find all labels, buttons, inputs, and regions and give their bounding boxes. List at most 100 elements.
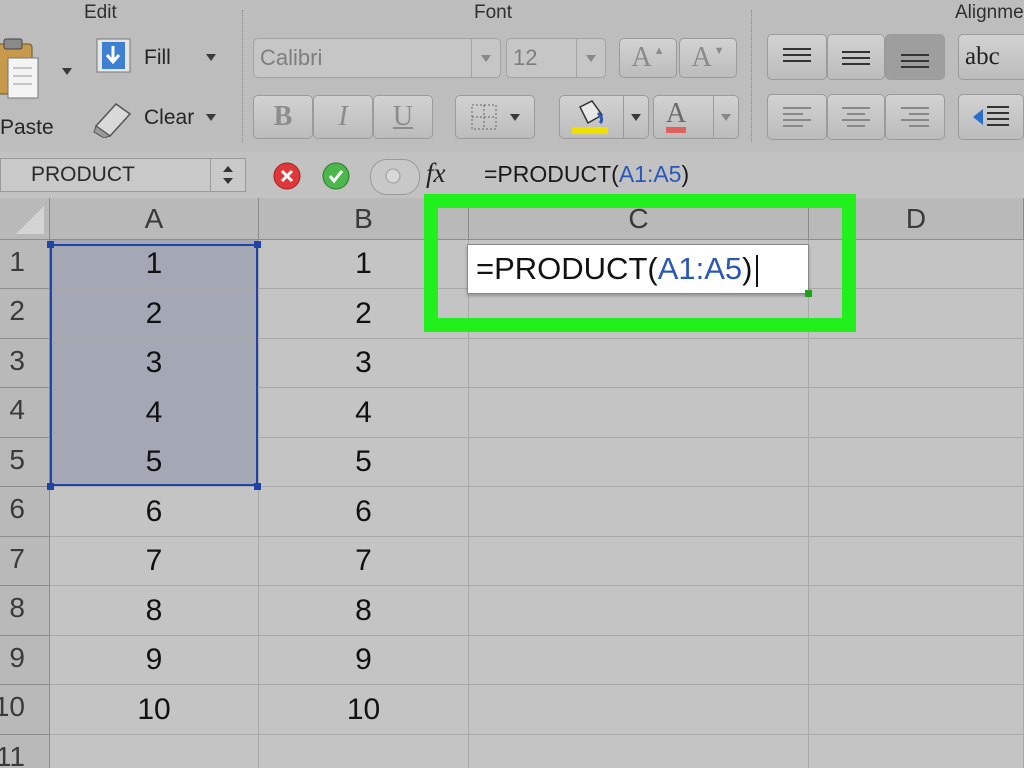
row-header[interactable]: 2 — [0, 289, 50, 339]
cell-a6[interactable]: 6 — [50, 487, 259, 537]
grow-font-button[interactable]: A ▲ — [619, 38, 677, 78]
align-top-button[interactable] — [767, 34, 827, 80]
cell-b11[interactable] — [259, 735, 469, 768]
wrap-text-button[interactable]: abc — [958, 34, 1024, 80]
selection-handle[interactable] — [254, 241, 261, 248]
formula-builder-toggle[interactable] — [370, 159, 420, 195]
underline-button[interactable]: U — [373, 95, 433, 139]
cell-b9[interactable]: 9 — [259, 636, 469, 685]
cell-d4[interactable] — [809, 388, 1024, 438]
cell-d3[interactable] — [809, 339, 1024, 388]
cell-a5[interactable]: 5 — [50, 438, 259, 487]
fill-color-button[interactable] — [559, 95, 649, 139]
align-center-button[interactable] — [827, 94, 885, 140]
font-name-select[interactable]: Calibri — [253, 38, 501, 78]
cell-a1[interactable]: 1 — [50, 240, 259, 289]
cell-d6[interactable] — [809, 487, 1024, 537]
fill-dropdown-icon[interactable] — [206, 54, 216, 61]
row-header[interactable]: 10 — [0, 685, 50, 735]
selection-handle[interactable] — [47, 241, 54, 248]
cell-a11[interactable] — [50, 735, 259, 768]
cell-editor[interactable]: =PRODUCT(A1:A5) — [467, 244, 812, 297]
borders-button[interactable] — [455, 95, 535, 139]
font-color-button[interactable]: A — [653, 95, 739, 139]
cancel-formula-button[interactable] — [272, 161, 302, 191]
column-header-c[interactable]: C — [469, 198, 809, 240]
confirm-formula-button[interactable] — [321, 161, 351, 191]
cell-d11[interactable] — [809, 735, 1024, 768]
cell-d8[interactable] — [809, 586, 1024, 636]
formula-input[interactable]: =PRODUCT(A1:A5) — [484, 161, 689, 188]
align-left-button[interactable] — [767, 94, 827, 140]
row-header[interactable]: 6 — [0, 487, 50, 537]
font-color-dropdown-icon[interactable] — [713, 96, 738, 138]
borders-dropdown-icon[interactable] — [510, 113, 520, 121]
font-size-select[interactable]: 12 — [506, 38, 606, 78]
paste-dropdown-icon[interactable] — [62, 68, 72, 75]
shrink-font-button[interactable]: A ▼ — [679, 38, 737, 78]
cell-d7[interactable] — [809, 537, 1024, 586]
decrease-indent-button[interactable] — [958, 94, 1024, 140]
cell-c9[interactable] — [469, 636, 809, 685]
cell-c11[interactable] — [469, 735, 809, 768]
cell-b5[interactable]: 5 — [259, 438, 469, 487]
fill-color-dropdown-icon[interactable] — [623, 96, 648, 138]
font-size-dropdown-icon[interactable] — [576, 39, 605, 77]
name-box[interactable]: PRODUCT — [0, 158, 246, 192]
align-bottom-button[interactable] — [885, 34, 945, 80]
cell-a8[interactable]: 8 — [50, 586, 259, 636]
row-header[interactable]: 5 — [0, 438, 50, 487]
insert-function-button[interactable]: fx — [426, 158, 446, 189]
column-header-a[interactable]: A — [50, 198, 259, 240]
select-all-button[interactable] — [0, 198, 50, 240]
cell-a2[interactable]: 2 — [50, 289, 259, 339]
cell-c8[interactable] — [469, 586, 809, 636]
cell-b10[interactable]: 10 — [259, 685, 469, 735]
cell-c6[interactable] — [469, 487, 809, 537]
cell-d5[interactable] — [809, 438, 1024, 487]
cell-a9[interactable]: 9 — [50, 636, 259, 685]
column-header-b[interactable]: B — [259, 198, 469, 240]
cell-b2[interactable]: 2 — [259, 289, 469, 339]
clear-button[interactable]: Clear — [90, 98, 226, 140]
cell-d10[interactable] — [809, 685, 1024, 735]
paste-button[interactable]: Paste — [0, 36, 80, 146]
cell-a7[interactable]: 7 — [50, 537, 259, 586]
fill-button[interactable]: Fill — [94, 38, 224, 80]
cell-d9[interactable] — [809, 636, 1024, 685]
row-header[interactable]: 11 — [0, 735, 50, 768]
column-header-d[interactable]: D — [809, 198, 1024, 240]
cell-a3[interactable]: 3 — [50, 339, 259, 388]
row-header[interactable]: 4 — [0, 388, 50, 438]
cell-b3[interactable]: 3 — [259, 339, 469, 388]
cell-a10[interactable]: 10 — [50, 685, 259, 735]
cell-b6[interactable]: 6 — [259, 487, 469, 537]
cell-a4[interactable]: 4 — [50, 388, 259, 438]
cell-d2[interactable] — [809, 289, 1024, 339]
cell-c3[interactable] — [469, 339, 809, 388]
clear-dropdown-icon[interactable] — [206, 114, 216, 121]
row-header[interactable]: 7 — [0, 537, 50, 586]
cell-b4[interactable]: 4 — [259, 388, 469, 438]
cell-c7[interactable] — [469, 537, 809, 586]
name-box-stepper[interactable] — [210, 159, 245, 191]
row-header[interactable]: 1 — [0, 240, 50, 289]
cell-c2[interactable] — [469, 289, 809, 339]
fill-handle[interactable] — [805, 290, 812, 297]
cell-c5[interactable] — [469, 438, 809, 487]
cell-c4[interactable] — [469, 388, 809, 438]
font-name-dropdown-icon[interactable] — [471, 39, 500, 77]
selection-handle[interactable] — [47, 483, 54, 490]
selection-handle[interactable] — [254, 483, 261, 490]
cell-c10[interactable] — [469, 685, 809, 735]
cell-b1[interactable]: 1 — [259, 240, 469, 289]
align-middle-button[interactable] — [827, 34, 885, 80]
row-header[interactable]: 8 — [0, 586, 50, 636]
cell-b8[interactable]: 8 — [259, 586, 469, 636]
bold-button[interactable]: B — [253, 95, 313, 139]
row-header[interactable]: 3 — [0, 339, 50, 388]
cell-b7[interactable]: 7 — [259, 537, 469, 586]
cell-d1[interactable] — [809, 240, 1024, 289]
align-right-button[interactable] — [885, 94, 945, 140]
row-header[interactable]: 9 — [0, 636, 50, 685]
